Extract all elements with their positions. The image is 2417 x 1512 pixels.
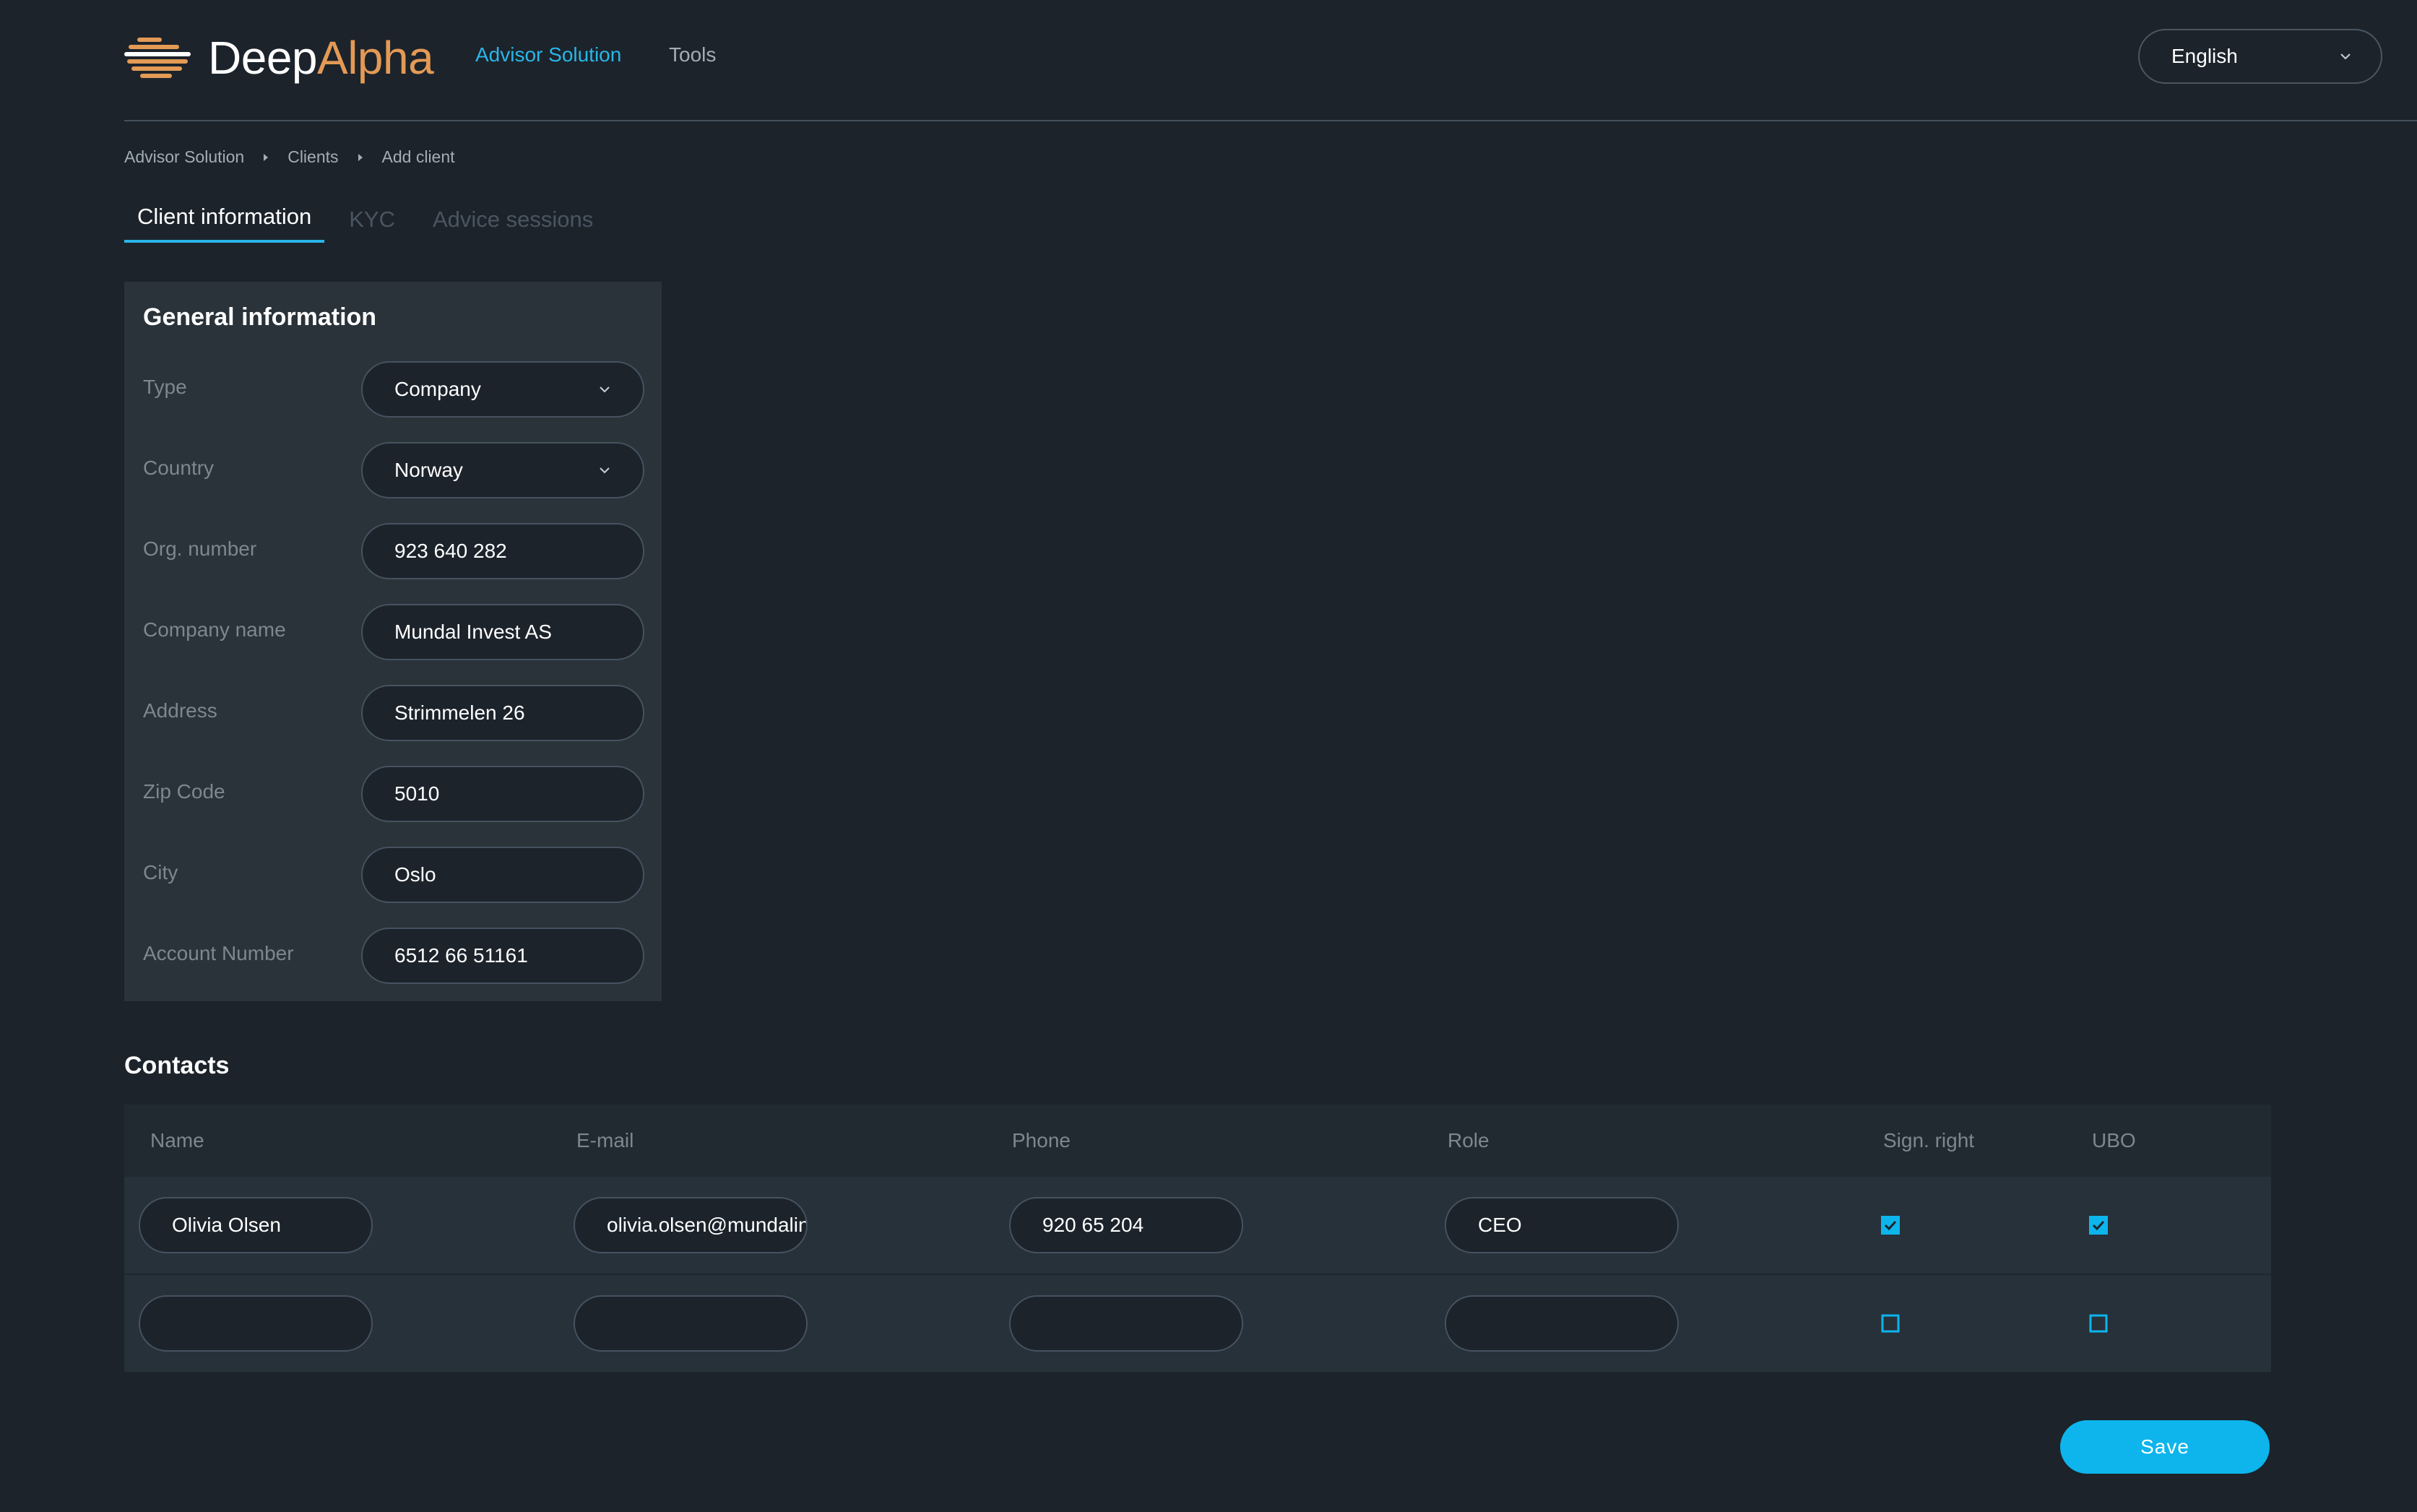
- contact-email-value: olivia.olsen@mundalinvest.no: [607, 1214, 808, 1236]
- column-header-sign-right: Sign. right: [1883, 1129, 1975, 1152]
- table-row: Olivia Olsen olivia.olsen@mundalinvest.n…: [124, 1177, 2271, 1274]
- tab-kyc[interactable]: KYC: [336, 207, 408, 243]
- city-label: City: [143, 861, 178, 884]
- deepalpha-logo-icon: [124, 38, 191, 78]
- country-select[interactable]: Norway: [361, 442, 644, 498]
- contact-name-field[interactable]: [139, 1295, 373, 1352]
- brand-name-part1: Deep: [208, 32, 318, 84]
- contact-role-field[interactable]: [1445, 1295, 1679, 1352]
- brand-name-part2: Alpha: [317, 32, 434, 84]
- contact-role-field[interactable]: CEO: [1445, 1197, 1679, 1253]
- language-select[interactable]: English: [2138, 29, 2382, 84]
- country-value: Norway: [394, 459, 463, 481]
- contact-role-value: CEO: [1478, 1214, 1522, 1236]
- general-information-panel: General information Type Company Country…: [124, 282, 662, 1001]
- breadcrumb: Advisor Solution Clients Add client: [124, 147, 455, 167]
- account-number-label: Account Number: [143, 942, 294, 964]
- language-value: English: [2171, 45, 2238, 67]
- contact-email-field[interactable]: olivia.olsen@mundalinvest.no: [574, 1197, 808, 1253]
- zip-code-label: Zip Code: [143, 780, 225, 803]
- contact-email-field[interactable]: [574, 1295, 808, 1352]
- account-number-value: 6512 66 51161: [394, 944, 528, 967]
- account-number-field[interactable]: 6512 66 51161: [361, 928, 644, 984]
- type-label: Type: [143, 376, 187, 398]
- table-header: Name E-mail Phone Role Sign. right UBO: [124, 1105, 2271, 1177]
- chevron-down-icon: [600, 467, 610, 474]
- table-row: [124, 1274, 2271, 1372]
- org-number-label: Org. number: [143, 537, 257, 560]
- brand-name: DeepAlpha: [208, 31, 434, 85]
- org-number-field[interactable]: 923 640 282: [361, 523, 644, 579]
- caret-right-icon: [358, 153, 363, 161]
- column-header-name: Name: [150, 1129, 204, 1152]
- ubo-checkbox[interactable]: [2089, 1216, 2108, 1235]
- column-header-email: E-mail: [576, 1129, 634, 1152]
- brand-logo[interactable]: DeepAlpha: [124, 29, 434, 87]
- type-value: Company: [394, 378, 481, 400]
- breadcrumb-clients[interactable]: Clients: [287, 147, 338, 167]
- chevron-down-icon: [2340, 53, 2351, 60]
- contacts-table: Name E-mail Phone Role Sign. right UBO O…: [124, 1105, 2271, 1372]
- save-button[interactable]: Save: [2060, 1420, 2270, 1474]
- address-field[interactable]: Strimmelen 26: [361, 685, 644, 741]
- tab-client-information[interactable]: Client information: [124, 204, 325, 243]
- panel-title: General information: [143, 303, 377, 331]
- contact-phone-value: 920 65 204: [1042, 1214, 1144, 1236]
- address-value: Strimmelen 26: [394, 701, 525, 724]
- sign-right-checkbox[interactable]: [1881, 1216, 1900, 1235]
- company-name-field[interactable]: Mundal Invest AS: [361, 604, 644, 660]
- chevron-down-icon: [600, 386, 610, 393]
- contact-phone-field[interactable]: 920 65 204: [1009, 1197, 1243, 1253]
- header-divider: [124, 120, 2417, 121]
- type-select[interactable]: Company: [361, 361, 644, 418]
- breadcrumb-add-client: Add client: [381, 147, 455, 166]
- zip-code-field[interactable]: 5010: [361, 766, 644, 822]
- contact-name-value: Olivia Olsen: [172, 1214, 281, 1236]
- breadcrumb-advisor-solution[interactable]: Advisor Solution: [124, 147, 244, 167]
- city-value: Oslo: [394, 863, 436, 886]
- tab-bar: Client information KYC Advice sessions: [124, 204, 606, 243]
- city-field[interactable]: Oslo: [361, 847, 644, 903]
- ubo-checkbox[interactable]: [2089, 1314, 2108, 1333]
- column-header-phone: Phone: [1012, 1129, 1071, 1152]
- contact-phone-field[interactable]: [1009, 1295, 1243, 1352]
- column-header-ubo: UBO: [2092, 1129, 2136, 1152]
- sign-right-checkbox[interactable]: [1881, 1314, 1900, 1333]
- company-name-value: Mundal Invest AS: [394, 621, 552, 643]
- contact-name-field[interactable]: Olivia Olsen: [139, 1197, 373, 1253]
- address-label: Address: [143, 699, 217, 722]
- company-name-label: Company name: [143, 618, 286, 641]
- contacts-title: Contacts: [124, 1052, 230, 1079]
- country-label: Country: [143, 457, 215, 479]
- column-header-role: Role: [1448, 1129, 1489, 1152]
- tab-advice-sessions[interactable]: Advice sessions: [420, 207, 606, 243]
- zip-code-value: 5010: [394, 782, 440, 805]
- nav-advisor-solution[interactable]: Advisor Solution: [475, 43, 621, 66]
- org-number-value: 923 640 282: [394, 540, 507, 562]
- caret-right-icon: [264, 153, 269, 161]
- nav-tools[interactable]: Tools: [669, 43, 716, 66]
